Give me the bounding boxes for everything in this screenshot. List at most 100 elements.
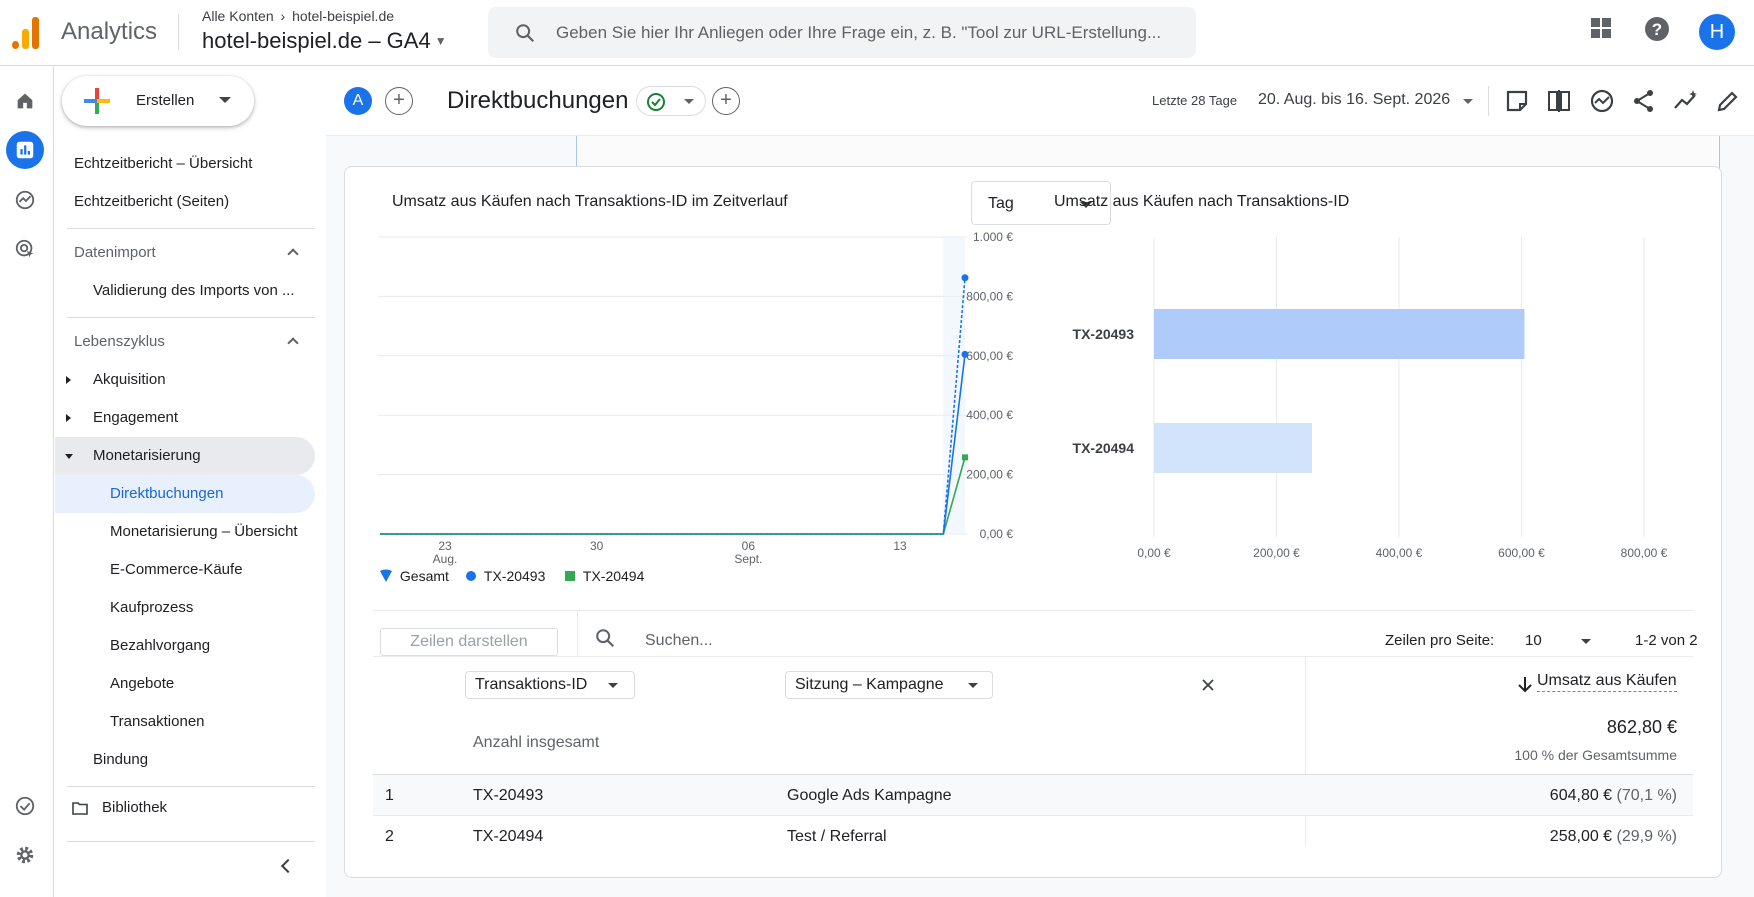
plot-rows-button[interactable]: Zeilen darstellen — [380, 628, 558, 656]
add-filter-icon[interactable]: + — [712, 87, 740, 115]
comparison-badge[interactable]: A — [344, 87, 372, 115]
add-comparison-icon[interactable]: + — [385, 87, 413, 115]
search-placeholder[interactable]: Geben Sie hier Ihr Anliegen oder Ihre Fr… — [556, 23, 1181, 43]
sort-down-arrow-icon[interactable] — [1517, 675, 1533, 693]
row-campaign: Test / Referral — [787, 828, 887, 845]
bar-chart: 0,00 € 200,00 € 400,00 € 600,00 € 800,00 € TX… — [1073, 237, 1668, 560]
table-divider — [373, 815, 1693, 816]
nav-item-label: Monetarisierung — [93, 447, 201, 464]
folder-icon — [72, 802, 88, 815]
x-tick-label: 23 — [438, 539, 452, 553]
nav-item-realtime-pages[interactable]: Echtzeitbericht (Seiten) — [55, 183, 315, 221]
edit-pencil-icon[interactable] — [1715, 88, 1741, 114]
analytics-logo[interactable] — [12, 15, 42, 49]
x-tick-label: 400,00 € — [1376, 546, 1423, 560]
nav-item-transactions[interactable]: Transaktionen — [55, 703, 315, 741]
nav-item-import-validation[interactable]: Validierung des Imports von ... — [55, 272, 317, 310]
table-divider — [373, 656, 1693, 657]
metric-column-header[interactable]: Umsatz aus Käufen — [1537, 672, 1677, 692]
x-tick-label: 30 — [590, 539, 604, 553]
left-rail — [0, 66, 54, 897]
close-icon[interactable] — [1201, 678, 1215, 692]
compare-columns-icon[interactable] — [1546, 88, 1572, 114]
nav-item-acquisition[interactable]: Akquisition — [55, 361, 315, 399]
nav-item-purchase-journey[interactable]: Kaufprozess — [55, 589, 315, 627]
create-button[interactable]: Erstellen — [62, 76, 254, 126]
x-tick-label: 13 — [893, 539, 907, 553]
legend-item-tx-20493[interactable]: TX-20493 — [465, 568, 545, 584]
collapse-nav-chevron-icon[interactable] — [280, 858, 296, 874]
table-search-input[interactable]: Suchen... — [645, 632, 713, 650]
total-percent: 100 % der Gesamtsumme — [1514, 747, 1677, 763]
avatar[interactable]: H — [1699, 14, 1735, 50]
property-selector[interactable]: hotel-beispiel.de – GA4 ▼ — [202, 28, 447, 54]
reports-icon[interactable] — [6, 131, 44, 169]
caret-down-icon — [219, 97, 231, 103]
nav-item-promotions[interactable]: Angebote — [55, 665, 315, 703]
breadcrumb-property[interactable]: hotel-beispiel.de — [292, 8, 394, 24]
nav-item-engagement[interactable]: Engagement — [55, 399, 315, 437]
share-icon[interactable] — [1631, 88, 1657, 114]
search-bar[interactable]: Geben Sie hier Ihr Anliegen oder Ihre Fr… — [488, 7, 1196, 58]
nav-item-ecommerce-purchases[interactable]: E-Commerce-Käufe — [55, 551, 315, 589]
caret-down-icon — [684, 99, 694, 104]
breadcrumb[interactable]: Alle Konten › hotel-beispiel.de — [202, 8, 394, 24]
explore-icon[interactable] — [6, 181, 44, 219]
table-row[interactable] — [373, 775, 1693, 815]
check-circle-icon — [647, 93, 665, 111]
total-label: Anzahl insgesamt — [473, 734, 600, 751]
dimension-select-transaction-id[interactable]: Transaktions-ID — [465, 671, 635, 699]
nav-item-checkout-journey[interactable]: Bezahlvorgang — [55, 627, 315, 665]
nav-section-label: Datenimport — [74, 244, 156, 261]
advertising-icon[interactable] — [6, 230, 44, 268]
nav-item-retention[interactable]: Bindung — [55, 741, 315, 779]
help-icon[interactable]: ? — [1644, 16, 1670, 42]
annotation-icon[interactable] — [1504, 88, 1530, 114]
svg-text:?: ? — [1652, 20, 1662, 39]
insights-icon[interactable] — [1589, 88, 1615, 114]
series-total-line — [380, 277, 966, 535]
nav-section-lifecycle[interactable]: Lebenszyklus — [55, 323, 315, 361]
chevron-up-icon — [287, 248, 299, 260]
x-tick-month-label: Sept. — [734, 552, 762, 566]
rows-per-page-label: Zeilen pro Seite: — [1385, 632, 1495, 649]
nav-item-monetization[interactable]: Monetarisierung — [55, 437, 315, 475]
caret-down-icon[interactable] — [1463, 99, 1473, 104]
divider — [577, 611, 578, 657]
row-revenue-value: 258,00 € — [1549, 828, 1613, 845]
home-icon[interactable] — [6, 82, 44, 120]
dimension-select-session-campaign[interactable]: Sitzung – Kampagne — [785, 671, 993, 699]
legend-label: TX-20493 — [483, 568, 546, 584]
row-transaction-id: TX-20494 — [473, 828, 544, 845]
breadcrumb-account[interactable]: Alle Konten — [202, 8, 274, 24]
caret-down-icon[interactable] — [1581, 639, 1591, 644]
x-tick-label: 800,00 € — [1621, 546, 1668, 560]
legend-item-total[interactable]: Gesamt — [379, 568, 449, 584]
nav-item-monetization-overview[interactable]: Monetarisierung – Übersicht — [55, 513, 325, 551]
nav-item-label: Bibliothek — [102, 799, 168, 816]
date-range-selector[interactable]: 20. Aug. bis 16. Sept. 2026 — [1258, 91, 1450, 109]
point-tx-20494 — [962, 454, 968, 461]
row-campaign: Google Ads Kampagne — [787, 787, 952, 804]
admin-check-icon[interactable] — [6, 787, 44, 825]
nav-item-direct-bookings[interactable]: Direktbuchungen — [55, 475, 315, 513]
search-icon[interactable] — [594, 627, 616, 649]
row-revenue-percent: (70,1 %) — [1616, 787, 1677, 804]
rows-per-page-select[interactable]: 10 — [1525, 632, 1542, 649]
report-status-dropdown[interactable] — [636, 86, 706, 116]
apps-grid-icon[interactable] — [1589, 16, 1613, 40]
caret-down-icon — [608, 683, 618, 688]
legend-square-icon — [565, 571, 575, 581]
nav-item-realtime-overview[interactable]: Echtzeitbericht – Übersicht — [55, 145, 315, 183]
x-tick-label: 200,00 € — [1253, 546, 1300, 560]
trend-sparkle-icon[interactable] — [1673, 88, 1699, 114]
nav-section-data-import[interactable]: Datenimport — [55, 234, 315, 272]
pagination-info: 1-2 von 2 — [1635, 632, 1698, 649]
settings-gear-icon[interactable] — [6, 836, 44, 874]
x-tick-month-label: Aug. — [433, 552, 458, 566]
plus-colored-icon — [84, 88, 110, 114]
y-tick-label: 800,00 € — [966, 289, 1013, 303]
nav-item-library[interactable]: Bibliothek — [55, 789, 315, 827]
legend-item-tx-20494[interactable]: TX-20494 — [564, 568, 644, 584]
bar-tx-20494 — [1154, 423, 1313, 473]
